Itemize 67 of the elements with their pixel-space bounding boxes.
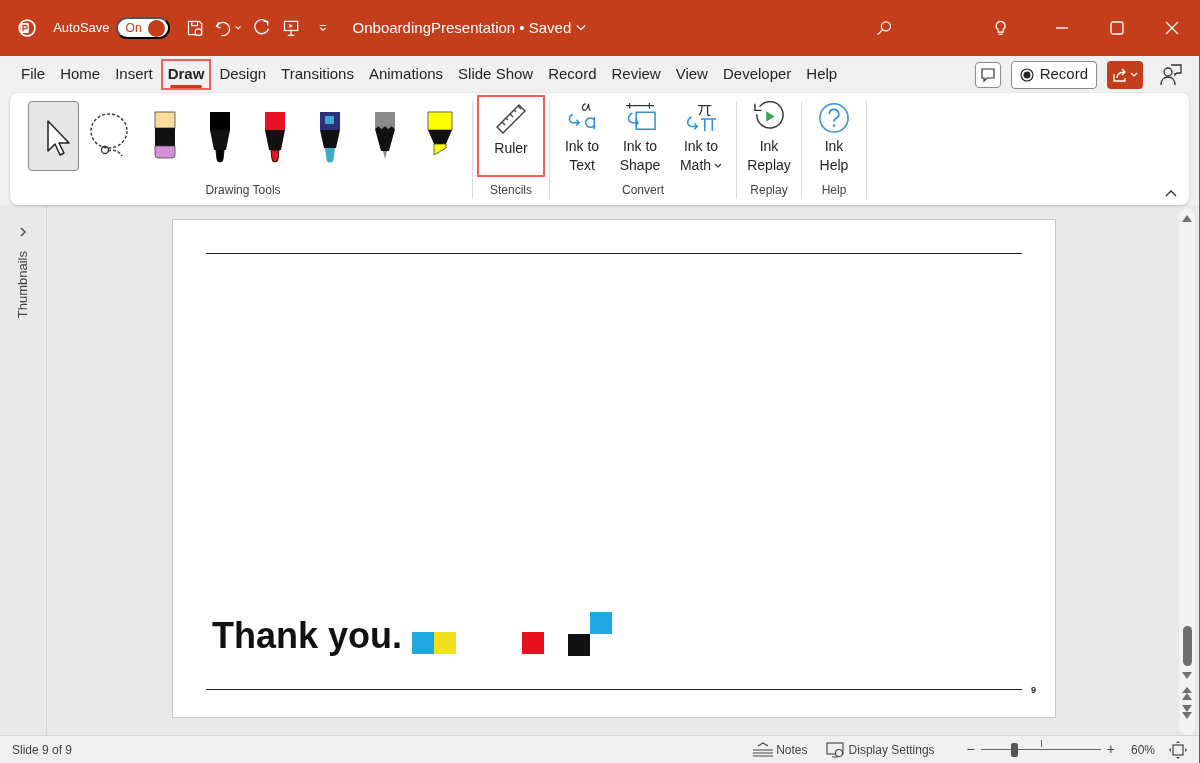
customize-caret-icon[interactable] xyxy=(317,22,328,34)
close-icon xyxy=(1164,21,1179,35)
thumbnails-label[interactable]: Thumbnails xyxy=(13,251,33,319)
autosave-toggle[interactable]: On xyxy=(115,17,170,39)
ink-to-math-button[interactable]: Ink to Math xyxy=(670,95,732,177)
app-logo-icon xyxy=(18,17,37,39)
share-button[interactable] xyxy=(1107,60,1143,89)
document-title[interactable]: OnboardingPresentation • Saved xyxy=(352,16,572,40)
display-settings-button[interactable]: Display Settings xyxy=(825,740,935,759)
ribbon-tab[interactable]: Slide Show xyxy=(451,58,541,91)
caret-icon xyxy=(1130,71,1138,78)
ribbon-tab[interactable]: Help xyxy=(799,58,845,91)
slide-counter: Slide 9 of 9 xyxy=(12,741,73,759)
coauthor-icon[interactable] xyxy=(1159,62,1183,87)
notes-icon xyxy=(752,741,775,758)
fit-to-window-icon[interactable] xyxy=(1169,740,1187,759)
help-icon xyxy=(816,101,852,133)
group-label: Convert xyxy=(621,182,665,199)
group-label: Drawing Tools xyxy=(204,182,282,199)
zoom-slider-thumb[interactable] xyxy=(1011,742,1019,757)
autosave-label: AutoSave xyxy=(53,19,110,38)
group-label: Replay xyxy=(749,182,789,199)
share-icon xyxy=(1112,66,1128,83)
ribbon-tab[interactable]: Animations xyxy=(361,58,451,91)
ribbon-tab[interactable]: Developer xyxy=(715,58,799,91)
ribbon-tab[interactable]: View xyxy=(668,58,715,91)
page-number: 9 xyxy=(1031,683,1037,697)
caret-icon[interactable] xyxy=(576,23,587,33)
ink-to-shape-button[interactable]: Ink to Shape xyxy=(612,95,668,177)
zoom-percent-button[interactable]: 60% xyxy=(1130,740,1155,759)
expand-chevron-icon[interactable] xyxy=(19,227,27,237)
ink-help-button[interactable]: Ink Help xyxy=(806,95,862,177)
comment-icon xyxy=(979,66,996,83)
zoom-out-button[interactable]: − xyxy=(966,739,975,760)
comments-button[interactable] xyxy=(974,61,1001,88)
scroll-up-icon[interactable] xyxy=(1182,215,1192,222)
vertical-scrollbar[interactable] xyxy=(1179,209,1195,735)
caret-icon[interactable] xyxy=(234,24,243,32)
ribbon-tab[interactable]: Transitions xyxy=(274,58,361,91)
group-label: Help xyxy=(820,182,848,199)
notes-button[interactable]: Notes xyxy=(752,740,808,759)
ribbon-tab[interactable]: Review xyxy=(604,58,668,91)
record-button[interactable]: Record xyxy=(1010,60,1097,89)
zoom-in-button[interactable]: + xyxy=(1106,739,1115,760)
ink-replay-button[interactable]: Ink Replay xyxy=(741,95,797,177)
ink-to-text-button[interactable]: Ink to Text xyxy=(554,95,610,177)
scrollbar-thumb[interactable] xyxy=(1182,626,1192,666)
ruler-button[interactable]: Ruler xyxy=(477,95,545,177)
ruler-icon xyxy=(493,101,529,135)
scroll-down-icon[interactable] xyxy=(1182,672,1192,679)
group-label: Stencils xyxy=(489,182,533,199)
next-slide-icon[interactable] xyxy=(1182,705,1192,719)
ribbon-tab[interactable]: Insert xyxy=(108,58,160,91)
select-tool[interactable] xyxy=(28,101,80,171)
ribbon-tab[interactable]: Record xyxy=(541,58,604,91)
previous-slide-icon[interactable] xyxy=(1182,687,1192,701)
display-settings-icon xyxy=(825,741,846,758)
slide-title: Thank you. xyxy=(212,617,403,654)
search-icon[interactable] xyxy=(876,18,893,38)
ribbon-tab[interactable]: File xyxy=(14,58,53,91)
ribbon-tab[interactable]: Design xyxy=(212,58,274,91)
lightbulb-icon[interactable] xyxy=(993,18,1007,38)
ribbon-tab[interactable]: Draw xyxy=(160,58,212,91)
maximize-icon xyxy=(1109,21,1124,35)
collapse-ribbon-icon[interactable] xyxy=(1165,189,1177,197)
ribbon-tab[interactable]: Home xyxy=(53,58,108,91)
record-icon xyxy=(1019,67,1034,82)
